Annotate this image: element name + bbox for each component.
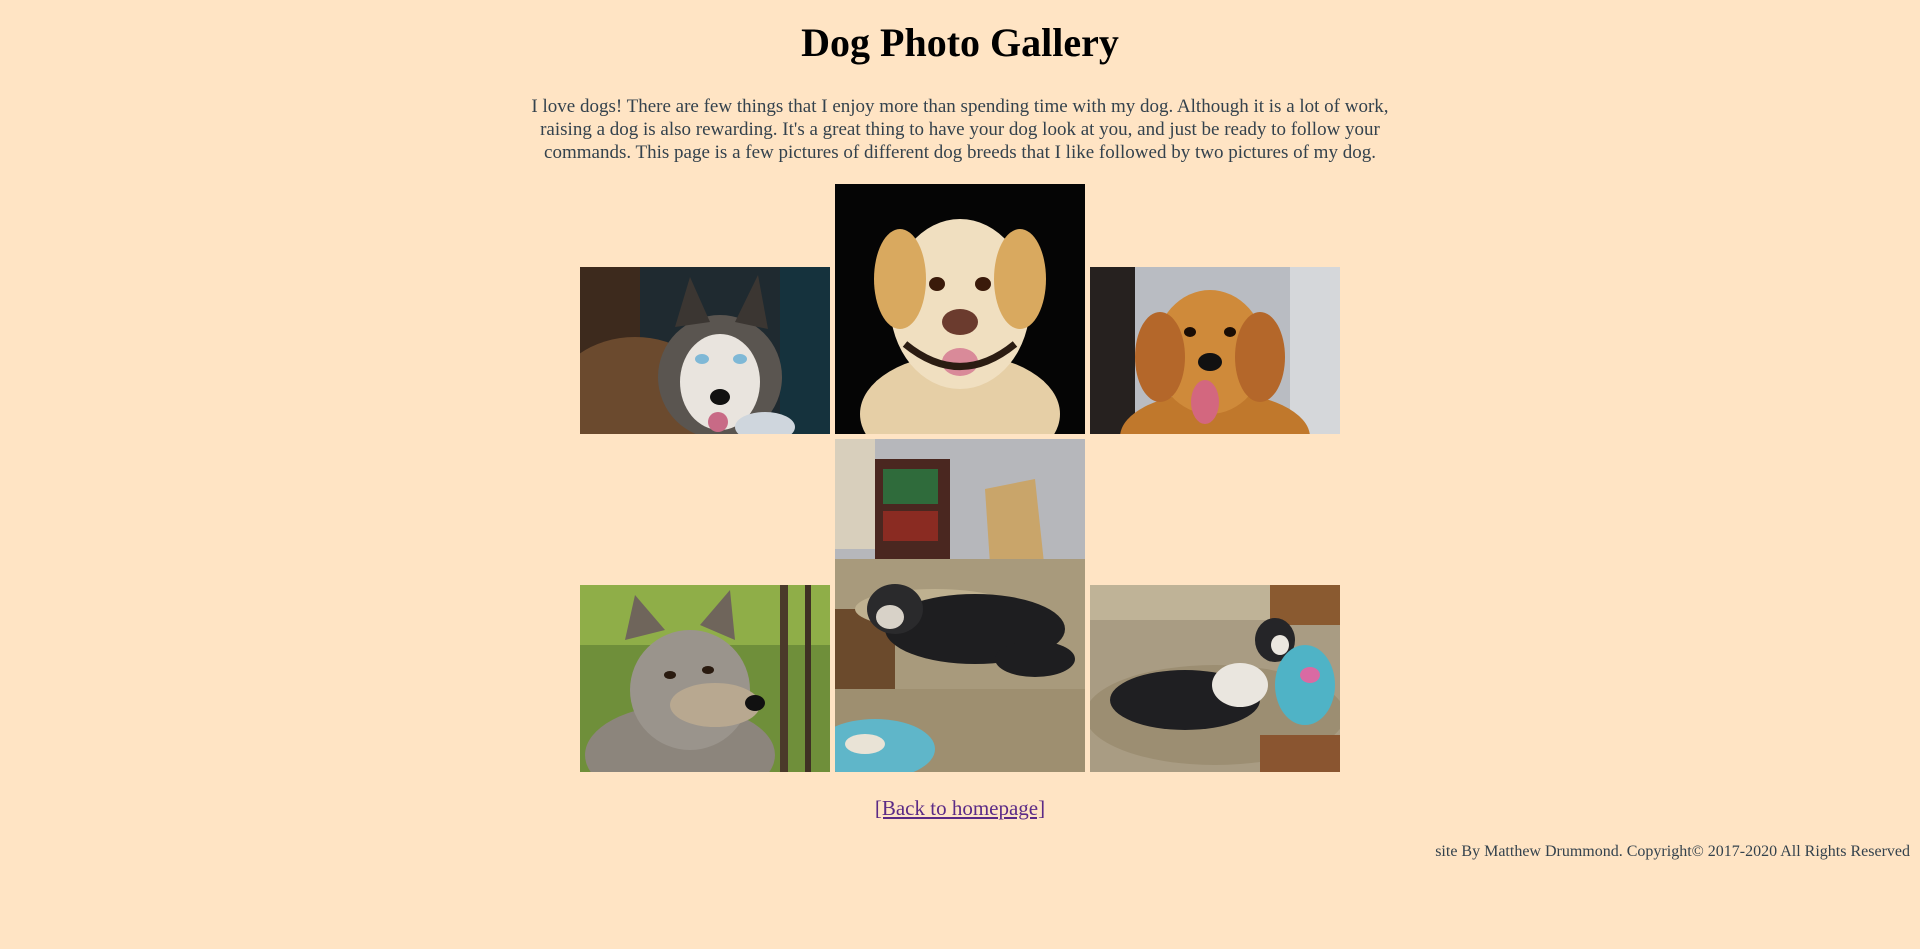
intro-paragraph: I love dogs! There are few things that I… [531,96,1389,163]
page-title: Dog Photo Gallery [801,20,1119,65]
back-to-homepage-link[interactable]: [Back to homepage] [875,796,1045,820]
dog-on-couch-photo[interactable] [1090,585,1340,772]
dog-on-armchair-photo[interactable] [835,439,1085,772]
back-link-container: [Back to homepage] [0,796,1920,820]
golden-retriever-photo[interactable] [1090,267,1340,434]
husky-photo[interactable] [580,267,830,434]
wolf-photo[interactable] [580,585,830,772]
footer-copyright: site By Matthew Drummond. Copyright© 201… [1435,843,1910,860]
labrador-photo[interactable] [835,184,1085,434]
